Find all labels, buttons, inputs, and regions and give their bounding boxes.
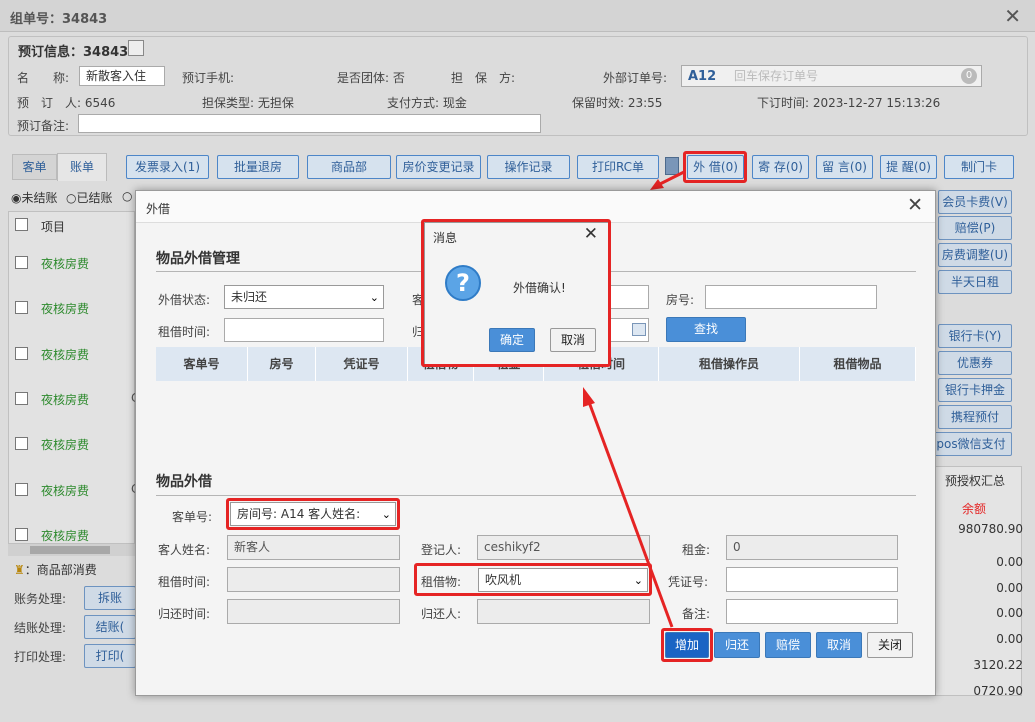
arrow-overlay-2 — [583, 387, 674, 628]
arrow-to-msgbox — [587, 401, 674, 628]
arrow-head-2 — [583, 387, 595, 407]
